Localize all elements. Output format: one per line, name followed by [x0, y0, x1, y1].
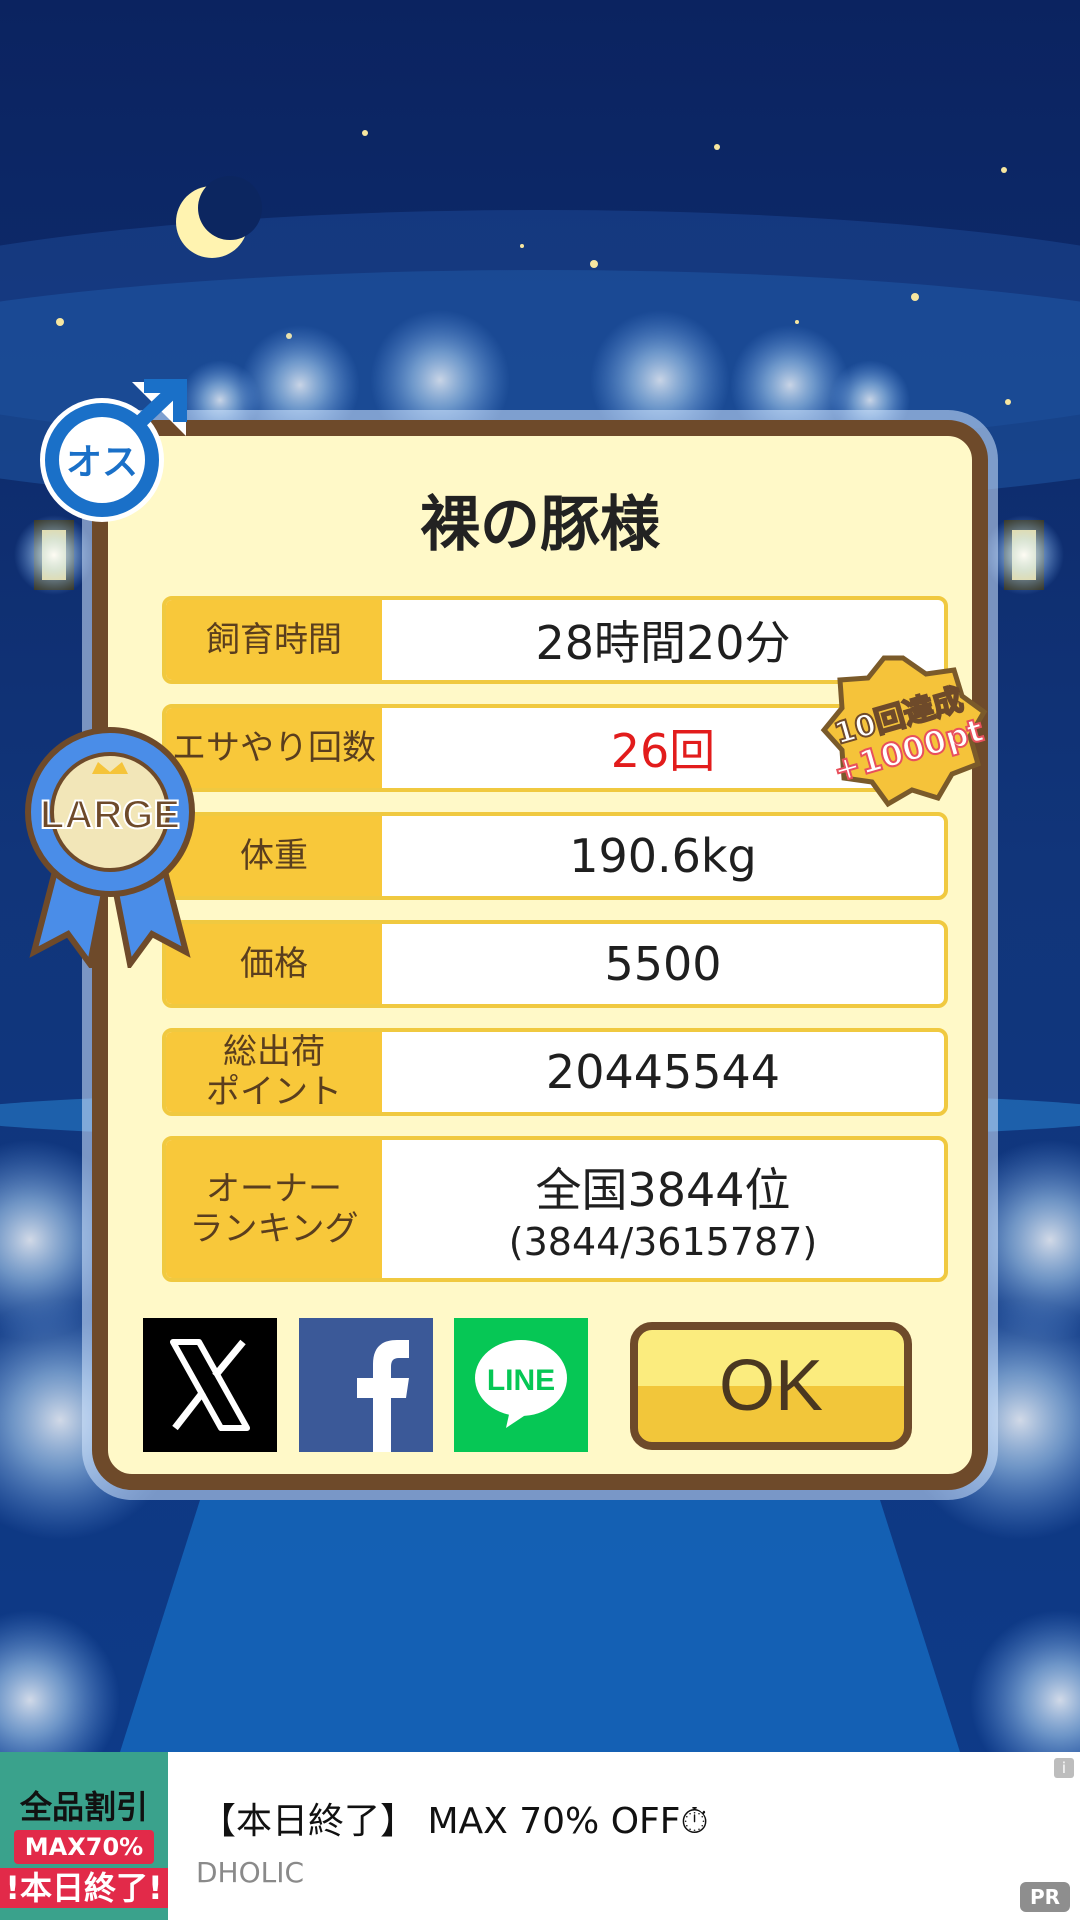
share-x-button[interactable]	[143, 1318, 277, 1452]
ranking-detail: (3844/3615787)	[508, 1220, 818, 1264]
stat-label: 飼育時間	[166, 600, 382, 680]
stat-label: オーナー ランキング	[166, 1140, 382, 1278]
ad-title[interactable]: 【本日終了】 MAX 70% OFF⏱	[200, 1792, 709, 1844]
stat-row-weight: 体重 190.6kg	[162, 812, 948, 900]
right-lantern-icon	[984, 515, 1064, 595]
ranking-value: 全国3844位	[535, 1163, 791, 1217]
stat-value: 190.6kg	[569, 829, 757, 883]
result-dialog: 裸の豚様 飼育時間 28時間20分 エサやり回数 26回 体重 190.6kg …	[92, 420, 988, 1490]
ad-banner[interactable]: 全品割引 MAX70% !本日終了! 【本日終了】 MAX 70% OFF⏱ D…	[0, 1752, 1080, 1920]
stat-value: 20445544	[545, 1045, 781, 1099]
share-line-button[interactable]: LINE	[454, 1318, 588, 1452]
stat-row-price: 価格 5500	[162, 920, 948, 1008]
ad-thumb-headline: 全品割引	[19, 1788, 148, 1826]
ad-sponsor: DHOLIC	[196, 1856, 305, 1889]
male-gender-icon: オス	[40, 379, 187, 522]
ad-info-icon[interactable]: i	[1054, 1758, 1074, 1778]
line-logo-icon: LINE	[475, 1340, 567, 1428]
ad-pr-badge: PR	[1020, 1882, 1070, 1912]
facebook-logo-icon	[357, 1340, 409, 1452]
ad-thumb-notice: !本日終了!	[0, 1868, 168, 1908]
ok-button[interactable]: OK	[630, 1322, 912, 1450]
pig-name-title: 裸の豚様	[420, 490, 660, 560]
stat-label: 総出荷 ポイント	[166, 1032, 382, 1112]
bonus-achievement-badge: 10回達成 +1000pt	[820, 655, 988, 808]
svg-text:LARGE: LARGE	[40, 793, 180, 837]
svg-text:LINE: LINE	[487, 1364, 555, 1397]
stat-row-owner-ranking: オーナー ランキング 全国3844位 (3844/3615787)	[162, 1136, 948, 1282]
share-facebook-button[interactable]	[299, 1318, 433, 1452]
stat-row-total-points: 総出荷 ポイント 20445544	[162, 1028, 948, 1116]
large-size-ribbon-icon: LARGE	[25, 727, 195, 968]
svg-text:オス: オス	[66, 442, 138, 483]
ad-thumb-discount: MAX70%	[14, 1830, 154, 1864]
stat-value: 5500	[604, 937, 722, 991]
stat-value-group: 全国3844位 (3844/3615787)	[382, 1140, 944, 1278]
x-logo-icon	[170, 1339, 250, 1431]
ad-thumbnail[interactable]: 全品割引 MAX70% !本日終了!	[0, 1752, 168, 1920]
